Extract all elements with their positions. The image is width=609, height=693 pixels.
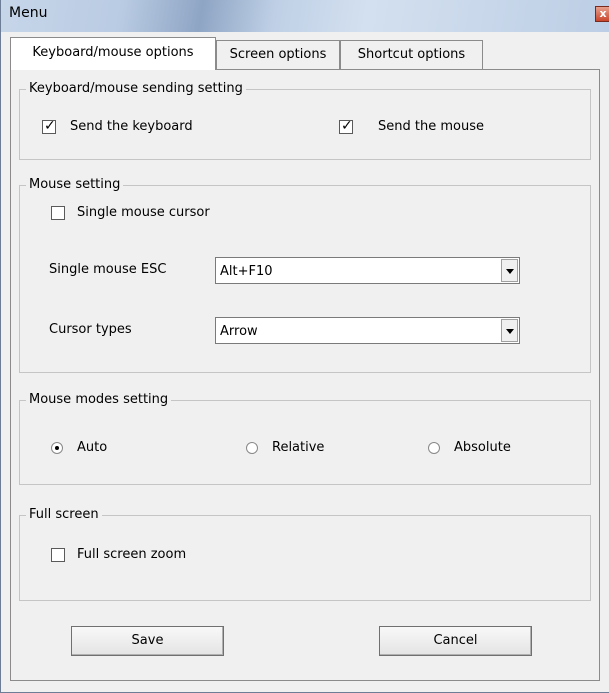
auto-radio[interactable] [51,442,63,454]
relative-label: Relative [272,440,325,455]
radio-dot-icon [55,446,59,450]
send-mouse-label: Send the mouse [378,119,484,134]
relative-radio[interactable] [246,442,258,454]
chevron-down-icon[interactable] [501,319,518,342]
checkmark-icon: ✓ [341,118,353,134]
cancel-button[interactable]: Cancel [379,626,532,656]
group-title: Full screen [26,507,102,522]
tab-panel-keyboard-mouse: Keyboard/mouse sending setting ✓ Send th… [10,69,600,681]
chevron-down-icon[interactable] [501,259,518,282]
group-title: Keyboard/mouse sending setting [26,81,246,96]
full-screen-zoom-checkbox[interactable] [51,548,65,562]
window-title: Menu [9,5,48,21]
save-button[interactable]: Save [71,626,224,656]
full-screen-zoom-label: Full screen zoom [77,547,187,562]
tab-label: Screen options [229,47,327,62]
send-keyboard-label: Send the keyboard [70,119,193,134]
mouse-modes-group: Mouse modes setting Auto Relative Absolu… [19,392,591,485]
tab-keyboard-mouse-options[interactable]: Keyboard/mouse options [10,37,216,70]
keyboard-mouse-sending-group: Keyboard/mouse sending setting ✓ Send th… [19,81,591,160]
tab-screen-options[interactable]: Screen options [216,40,340,69]
group-title: Mouse modes setting [26,392,172,407]
menu-window: Menu x Keyboard/mouse options Screen opt… [0,0,609,693]
single-mouse-esc-dropdown[interactable]: Alt+F10 [215,257,520,284]
tab-label: Shortcut options [357,47,466,62]
tab-shortcut-options[interactable]: Shortcut options [340,40,483,69]
cursor-types-dropdown[interactable]: Arrow [215,317,520,344]
absolute-radio[interactable] [428,442,440,454]
send-mouse-checkbox[interactable]: ✓ [339,118,353,134]
absolute-label: Absolute [454,440,511,455]
title-bar: Menu x [1,0,609,32]
single-mouse-cursor-label: Single mouse cursor [77,205,210,220]
single-mouse-cursor-checkbox[interactable] [51,206,65,220]
tab-label: Keyboard/mouse options [32,45,194,60]
dropdown-value: Arrow [220,324,258,339]
dropdown-value: Alt+F10 [220,264,273,279]
mouse-setting-group: Mouse setting Single mouse cursor Single… [19,177,591,373]
auto-label: Auto [77,440,108,455]
full-screen-group: Full screen Full screen zoom [19,507,591,601]
close-icon[interactable]: x [595,6,609,22]
checkmark-icon: ✓ [44,118,56,134]
cursor-types-label: Cursor types [49,322,132,337]
group-title: Mouse setting [26,177,124,192]
send-keyboard-checkbox[interactable]: ✓ [42,118,56,134]
single-mouse-esc-label: Single mouse ESC [49,262,167,277]
